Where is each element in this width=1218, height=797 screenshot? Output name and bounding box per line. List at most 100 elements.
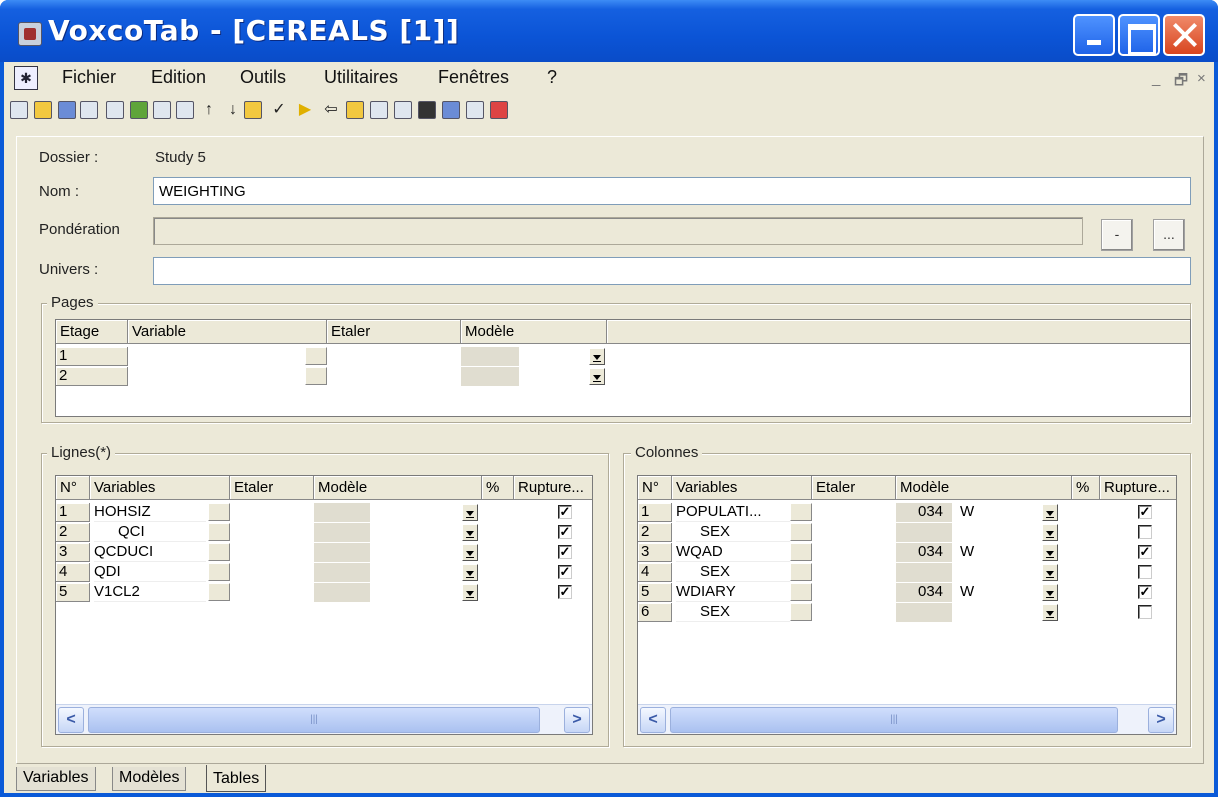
variable-browse-button[interactable] xyxy=(790,543,812,561)
print-icon[interactable] xyxy=(466,101,484,119)
up-arrow-icon[interactable]: ↑ xyxy=(200,101,218,119)
menu-edition[interactable]: Edition xyxy=(151,67,206,88)
export-icon[interactable] xyxy=(418,101,436,119)
paste-icon[interactable] xyxy=(176,101,194,119)
rupture-checkbox[interactable]: ✓ xyxy=(1138,545,1152,559)
preview-icon[interactable] xyxy=(442,101,460,119)
rupture-checkbox[interactable]: ✓ xyxy=(558,585,572,599)
row-number: 1 xyxy=(638,503,672,522)
variable-browse-button[interactable] xyxy=(790,603,812,621)
mdi-restore-button[interactable]: 🗗 xyxy=(1174,70,1188,95)
variable-browse-button[interactable] xyxy=(208,583,230,601)
variable-browse-button[interactable] xyxy=(208,523,230,541)
pages-header-variable: Variable xyxy=(128,320,327,344)
down-arrow-icon[interactable]: ↓ xyxy=(224,101,242,119)
variable-browse-button[interactable] xyxy=(208,563,230,581)
rupture-checkbox[interactable] xyxy=(1138,525,1152,539)
columns-icon[interactable] xyxy=(80,101,98,119)
tab-tables[interactable]: Tables xyxy=(206,765,267,792)
grid-icon[interactable] xyxy=(370,101,388,119)
check-icon[interactable]: ✓ xyxy=(270,101,288,119)
modele-dropdown[interactable] xyxy=(1042,564,1058,581)
pages-header-etage: Etage xyxy=(56,320,128,344)
run-icon[interactable]: ▶ xyxy=(296,101,314,119)
rupture-checkbox[interactable]: ✓ xyxy=(558,505,572,519)
modele-code: W xyxy=(960,543,975,560)
scroll-left-button[interactable]: < xyxy=(58,707,84,733)
nom-input[interactable]: WEIGHTING xyxy=(153,177,1191,205)
rupture-checkbox[interactable]: ✓ xyxy=(558,565,572,579)
rows-icon[interactable] xyxy=(106,101,124,119)
scroll-left-button[interactable]: < xyxy=(640,707,666,733)
save-icon[interactable] xyxy=(58,101,76,119)
scroll-right-button[interactable]: > xyxy=(1148,707,1174,733)
variable-browse-button[interactable] xyxy=(208,543,230,561)
modele-dropdown[interactable] xyxy=(462,564,478,581)
tab-modeles[interactable]: Modèles xyxy=(112,767,187,791)
modele-dropdown[interactable] xyxy=(1042,584,1058,601)
univers-input[interactable] xyxy=(153,257,1191,285)
variable-browse-button[interactable] xyxy=(208,503,230,521)
report-icon[interactable] xyxy=(346,101,364,119)
modele-dropdown[interactable] xyxy=(462,504,478,521)
close-button[interactable] xyxy=(1163,14,1205,56)
variable-browse-button[interactable] xyxy=(790,503,812,521)
modele-dropdown[interactable] xyxy=(1042,604,1058,621)
menu-fenetres[interactable]: Fenêtres xyxy=(438,67,509,88)
ponderation-clear-button[interactable]: - xyxy=(1101,219,1133,251)
modele-number: 034 xyxy=(918,503,944,520)
pages-modele-dropdown[interactable] xyxy=(589,368,605,385)
pages-variable-browse-button[interactable] xyxy=(305,347,327,365)
tab-variables[interactable]: Variables xyxy=(16,767,96,791)
rupture-checkbox[interactable]: ✓ xyxy=(558,525,572,539)
colonnes-hscrollbar[interactable]: < ||| > xyxy=(638,704,1176,734)
edit-icon[interactable] xyxy=(244,101,262,119)
variable-browse-button[interactable] xyxy=(790,563,812,581)
row-number: 1 xyxy=(56,503,90,522)
copy-icon[interactable] xyxy=(153,101,171,119)
variable-browse-button[interactable] xyxy=(790,523,812,541)
title-bar[interactable]: VoxcoTab - [CEREALS [1]] xyxy=(0,0,1218,62)
lignes-hscrollbar[interactable]: < ||| > xyxy=(56,704,592,734)
modele-dropdown[interactable] xyxy=(1042,504,1058,521)
pages-header-filler xyxy=(607,320,1190,344)
list-icon[interactable] xyxy=(394,101,412,119)
rupture-checkbox[interactable]: ✓ xyxy=(558,545,572,559)
modele-dropdown[interactable] xyxy=(1042,524,1058,541)
menu-fichier[interactable]: Fichier xyxy=(62,67,116,88)
row-number: 3 xyxy=(56,543,90,562)
menu-help[interactable]: ? xyxy=(547,67,557,88)
back-icon[interactable]: ⇦ xyxy=(322,101,340,119)
rupture-checkbox[interactable] xyxy=(1138,605,1152,619)
lignes-grid: N° Variables Etaler Modèle % Rupture... … xyxy=(55,475,593,735)
menu-outils[interactable]: Outils xyxy=(240,67,286,88)
pages-modele-dropdown[interactable] xyxy=(589,348,605,365)
modele-dropdown[interactable] xyxy=(462,524,478,541)
scroll-thumb[interactable]: ||| xyxy=(670,707,1118,733)
rupture-checkbox[interactable]: ✓ xyxy=(1138,585,1152,599)
mdi-minimize-button[interactable]: _ xyxy=(1152,70,1160,87)
modele-dropdown[interactable] xyxy=(462,544,478,561)
pages-variable-browse-button[interactable] xyxy=(305,367,327,385)
modele-code: W xyxy=(960,583,975,600)
modele-number: 034 xyxy=(918,583,944,600)
ponderation-browse-button[interactable]: ... xyxy=(1153,219,1185,251)
minimize-button[interactable] xyxy=(1073,14,1115,56)
modele-dropdown[interactable] xyxy=(462,584,478,601)
mdi-close-button[interactable]: × xyxy=(1197,70,1206,87)
pages-modele-cell xyxy=(461,347,519,366)
rupture-checkbox[interactable] xyxy=(1138,565,1152,579)
document-icon[interactable]: ✱ xyxy=(14,66,38,90)
modele-number: 034 xyxy=(918,543,944,560)
modele-dropdown[interactable] xyxy=(1042,544,1058,561)
scroll-thumb[interactable]: ||| xyxy=(88,707,540,733)
variable-browse-button[interactable] xyxy=(790,583,812,601)
exit-icon[interactable] xyxy=(490,101,508,119)
new-icon[interactable] xyxy=(10,101,28,119)
rupture-checkbox[interactable]: ✓ xyxy=(1138,505,1152,519)
menu-utilitaires[interactable]: Utilitaires xyxy=(324,67,398,88)
open-icon[interactable] xyxy=(34,101,52,119)
maximize-button[interactable] xyxy=(1118,14,1160,56)
scroll-right-button[interactable]: > xyxy=(564,707,590,733)
copy-vars-icon[interactable] xyxy=(130,101,148,119)
